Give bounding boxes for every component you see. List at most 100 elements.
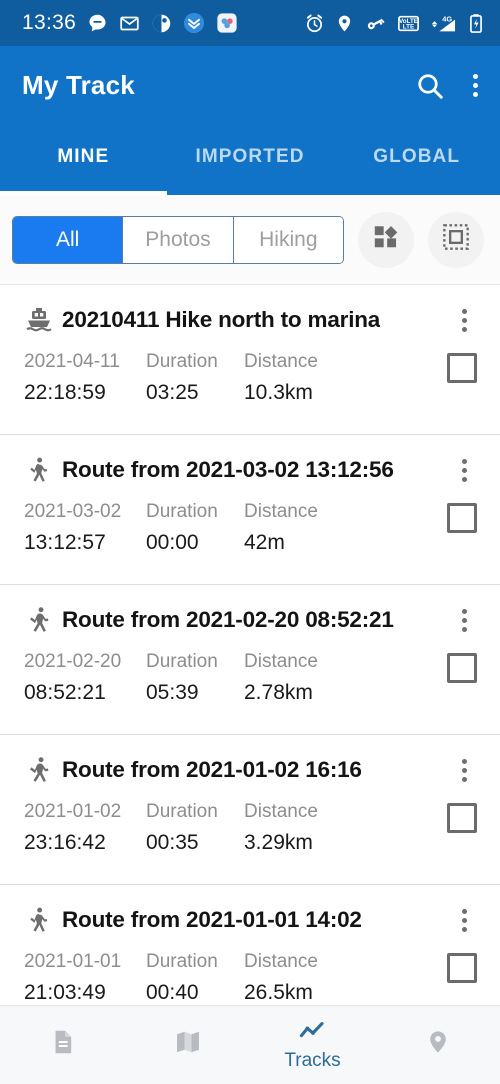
track-time-value: 21:03:49 [24,981,106,1004]
row-overflow-dots [461,908,467,932]
row-checkbox[interactable] [447,803,477,833]
app-cluster-icon [216,12,238,34]
app-bar: My Track [0,46,500,125]
status-bar-left: 13:36 [22,11,238,35]
nav-item-tracks[interactable]: Tracks [250,1006,375,1084]
track-duration-col: Duration 00:35 [146,797,244,859]
row-overflow-dots [461,758,467,782]
track-distance-value: 2.78km [244,681,313,704]
chat-bubble-icon [87,13,108,34]
table-row[interactable]: Route from 2021-01-02 16:16 2021-01-02 2… [0,735,500,885]
row-checkbox[interactable] [447,653,477,683]
select-area-icon [442,223,470,256]
track-title-line: Route from 2021-02-20 08:52:21 [0,599,500,641]
vpn-key-icon [364,13,387,34]
track-duration-value: 00:40 [146,981,199,1004]
table-row[interactable]: 20210411 Hike north to marina 2021-04-11… [0,285,500,435]
running-icon [24,755,62,785]
nav-item-map[interactable] [125,1006,250,1084]
filter-chip-all-label: All [55,227,80,251]
shapes-grid-icon [372,223,400,256]
battery-icon [468,13,484,34]
track-meta: 2021-03-02 13:12:57 Duration 00:00 Dista… [0,491,500,559]
status-bar: 13:36 VoLTE LTE 4G [0,0,500,46]
track-meta: 2021-04-11 22:18:59 Duration 03:25 Dista… [0,341,500,409]
row-checkbox[interactable] [447,953,477,983]
track-title-line: 20210411 Hike north to marina [0,299,500,341]
track-distance-value: 26.5km [244,981,313,1004]
tab-mine[interactable]: MINE [0,125,167,195]
track-date-col: 2021-01-01 21:03:49 [24,947,146,1005]
filter-chip-photos-label: Photos [145,227,211,251]
track-date-label: 2021-03-02 [24,501,122,522]
track-list[interactable]: 20210411 Hike north to marina 2021-04-11… [0,285,500,1005]
track-title: Route from 2021-01-02 16:16 [62,757,362,782]
walking-icon [24,455,62,485]
track-duration-value: 00:00 [146,531,199,554]
nav-item-documents[interactable] [0,1006,125,1084]
track-date-col: 2021-03-02 13:12:57 [24,497,146,559]
chevron-double-down-icon [183,12,205,34]
row-checkbox[interactable] [447,503,477,533]
track-title-line: Route from 2021-01-02 16:16 [0,749,500,791]
row-overflow-menu-icon[interactable] [447,753,481,787]
row-overflow-dots [461,608,467,632]
track-duration-col: Duration 00:00 [146,497,244,559]
status-bar-right: VoLTE LTE 4G [304,13,488,34]
track-duration-label: Duration [146,651,218,672]
track-duration-value: 05:39 [146,681,199,704]
status-clock: 13:36 [22,11,77,34]
app-screen: 13:36 VoLTE LTE 4G My Track MINE IMPORTE… [0,0,500,1084]
map-icon [174,1028,202,1061]
filter-chip-all[interactable]: All [13,216,123,263]
track-duration-label: Duration [146,501,218,522]
track-distance-value: 42m [244,531,285,554]
table-row[interactable]: Route from 2021-02-20 08:52:21 2021-02-2… [0,585,500,735]
svg-text:LTE: LTE [403,23,414,30]
search-icon[interactable] [415,71,445,101]
filter-chip-hiking[interactable]: Hiking [232,216,343,263]
table-row[interactable]: Route from 2021-01-01 14:02 2021-01-01 2… [0,885,500,1005]
svg-text:4G: 4G [442,14,452,23]
track-distance-col: Distance 10.3km [244,347,384,409]
track-duration-col: Duration 00:40 [146,947,244,1005]
track-time-value: 22:18:59 [24,381,106,404]
filter-segmented-control: All Photos Hiking [12,215,344,264]
walking-icon [24,905,62,935]
row-overflow-dots [461,308,467,332]
shapes-grid-button[interactable] [358,211,414,268]
filter-chip-photos[interactable]: Photos [122,216,233,263]
page-title: My Track [22,70,135,100]
app-badge-icon [151,13,172,34]
track-distance-col: Distance 3.29km [244,797,384,859]
track-meta: 2021-01-02 23:16:42 Duration 00:35 Dista… [0,791,500,859]
track-meta: 2021-01-01 21:03:49 Duration 00:40 Dista… [0,941,500,1005]
track-duration-label: Duration [146,801,218,822]
tab-global[interactable]: GLOBAL [333,125,500,195]
row-checkbox[interactable] [447,353,477,383]
location-pin-icon [425,1028,451,1061]
ferry-boat-icon [24,305,62,335]
track-date-label: 2021-02-20 [24,651,122,672]
row-overflow-menu-icon[interactable] [447,453,481,487]
row-overflow-menu-icon[interactable] [447,303,481,337]
tab-imported[interactable]: IMPORTED [167,125,334,195]
location-pin-icon [335,13,354,34]
filter-bar: All Photos Hiking [0,195,500,285]
more-vertical-icon[interactable] [473,74,478,97]
track-date-label: 2021-01-01 [24,951,122,972]
volte-icon: VoLTE LTE [397,13,420,34]
nav-item-location[interactable] [375,1006,500,1084]
row-overflow-dots [461,458,467,482]
select-area-button[interactable] [428,211,484,268]
table-row[interactable]: Route from 2021-03-02 13:12:56 2021-03-0… [0,435,500,585]
track-duration-label: Duration [146,951,218,972]
row-overflow-menu-icon[interactable] [447,603,481,637]
running-icon [24,605,62,635]
track-duration-value: 03:25 [146,381,199,404]
track-meta: 2021-02-20 08:52:21 Duration 05:39 Dista… [0,641,500,709]
track-distance-col: Distance 2.78km [244,647,384,709]
row-overflow-menu-icon[interactable] [447,903,481,937]
tab-imported-label: IMPORTED [195,146,305,167]
nav-item-tracks-label: Tracks [284,1049,341,1071]
